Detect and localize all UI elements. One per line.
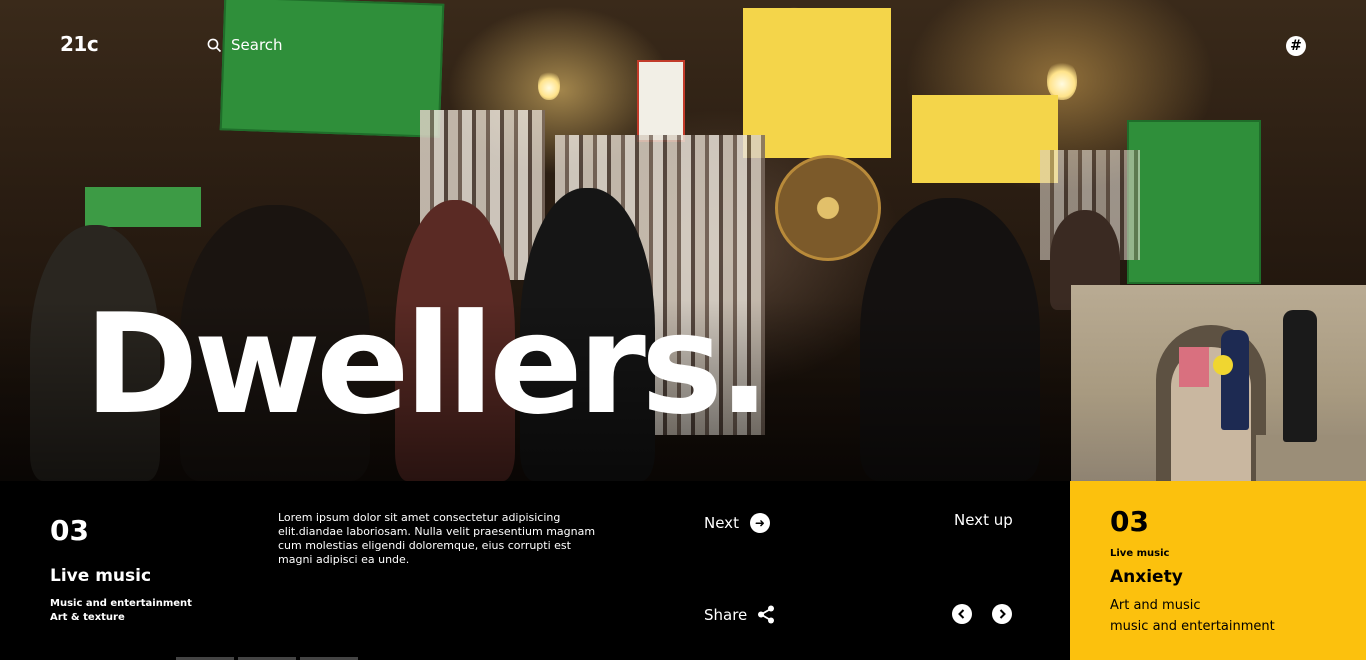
child-figure	[1283, 310, 1317, 442]
next-slide-button[interactable]	[992, 604, 1012, 628]
card-category: Live music	[1110, 548, 1170, 559]
shop-sign-green	[1127, 120, 1261, 284]
pink-wall	[1179, 347, 1209, 387]
shop-sign-yellow	[912, 95, 1058, 183]
next-up-link[interactable]: Next up	[954, 511, 1013, 529]
item-number: 03	[50, 514, 89, 547]
lamp	[1047, 60, 1077, 100]
card-title: Anxiety	[1110, 567, 1183, 587]
lamp	[538, 70, 560, 100]
hash-icon[interactable]: #	[1286, 36, 1306, 56]
card-number: 03	[1110, 505, 1149, 538]
search-label: Search	[231, 36, 283, 54]
share-icon	[758, 605, 775, 624]
shop-sign-green	[219, 0, 445, 138]
shop-sign-green	[85, 187, 201, 227]
yellow-ball	[1213, 355, 1233, 375]
next-up-card[interactable]: 03 Live music Anxiety Art and music musi…	[1070, 481, 1366, 660]
chevron-left-icon	[952, 604, 972, 624]
info-bar	[0, 481, 1070, 660]
site-logo[interactable]: 21c	[60, 32, 99, 56]
next-label: Next	[704, 514, 739, 532]
search-button[interactable]: Search	[207, 36, 283, 54]
previous-slide-button[interactable]	[952, 604, 972, 628]
fan	[775, 155, 881, 261]
card-sub-line: music and entertainment	[1110, 619, 1275, 634]
meta-line: Music and entertainment	[50, 598, 192, 609]
meta-line: Art & texture	[50, 612, 125, 623]
shop-sign-yellow	[743, 8, 891, 158]
shop-sign-white	[637, 60, 685, 142]
chevron-right-icon	[992, 604, 1012, 624]
child-figure	[1221, 330, 1249, 430]
next-button[interactable]: Next ➜	[704, 513, 770, 533]
card-subtitle: Art and music music and entertainment	[1110, 595, 1275, 637]
item-description: Lorem ipsum dolor sit amet consectetur a…	[278, 511, 596, 566]
share-label: Share	[704, 605, 748, 624]
share-button[interactable]: Share	[704, 605, 775, 624]
item-title: Live music	[50, 566, 152, 586]
inset-photo-kids-alley[interactable]	[1071, 285, 1366, 481]
search-icon	[207, 38, 222, 52]
card-sub-line: Art and music	[1110, 598, 1201, 613]
item-meta: Music and entertainment Art & texture	[50, 597, 192, 625]
arrow-right-icon: ➜	[749, 513, 770, 533]
hero-title: Dwellers.	[84, 284, 770, 445]
